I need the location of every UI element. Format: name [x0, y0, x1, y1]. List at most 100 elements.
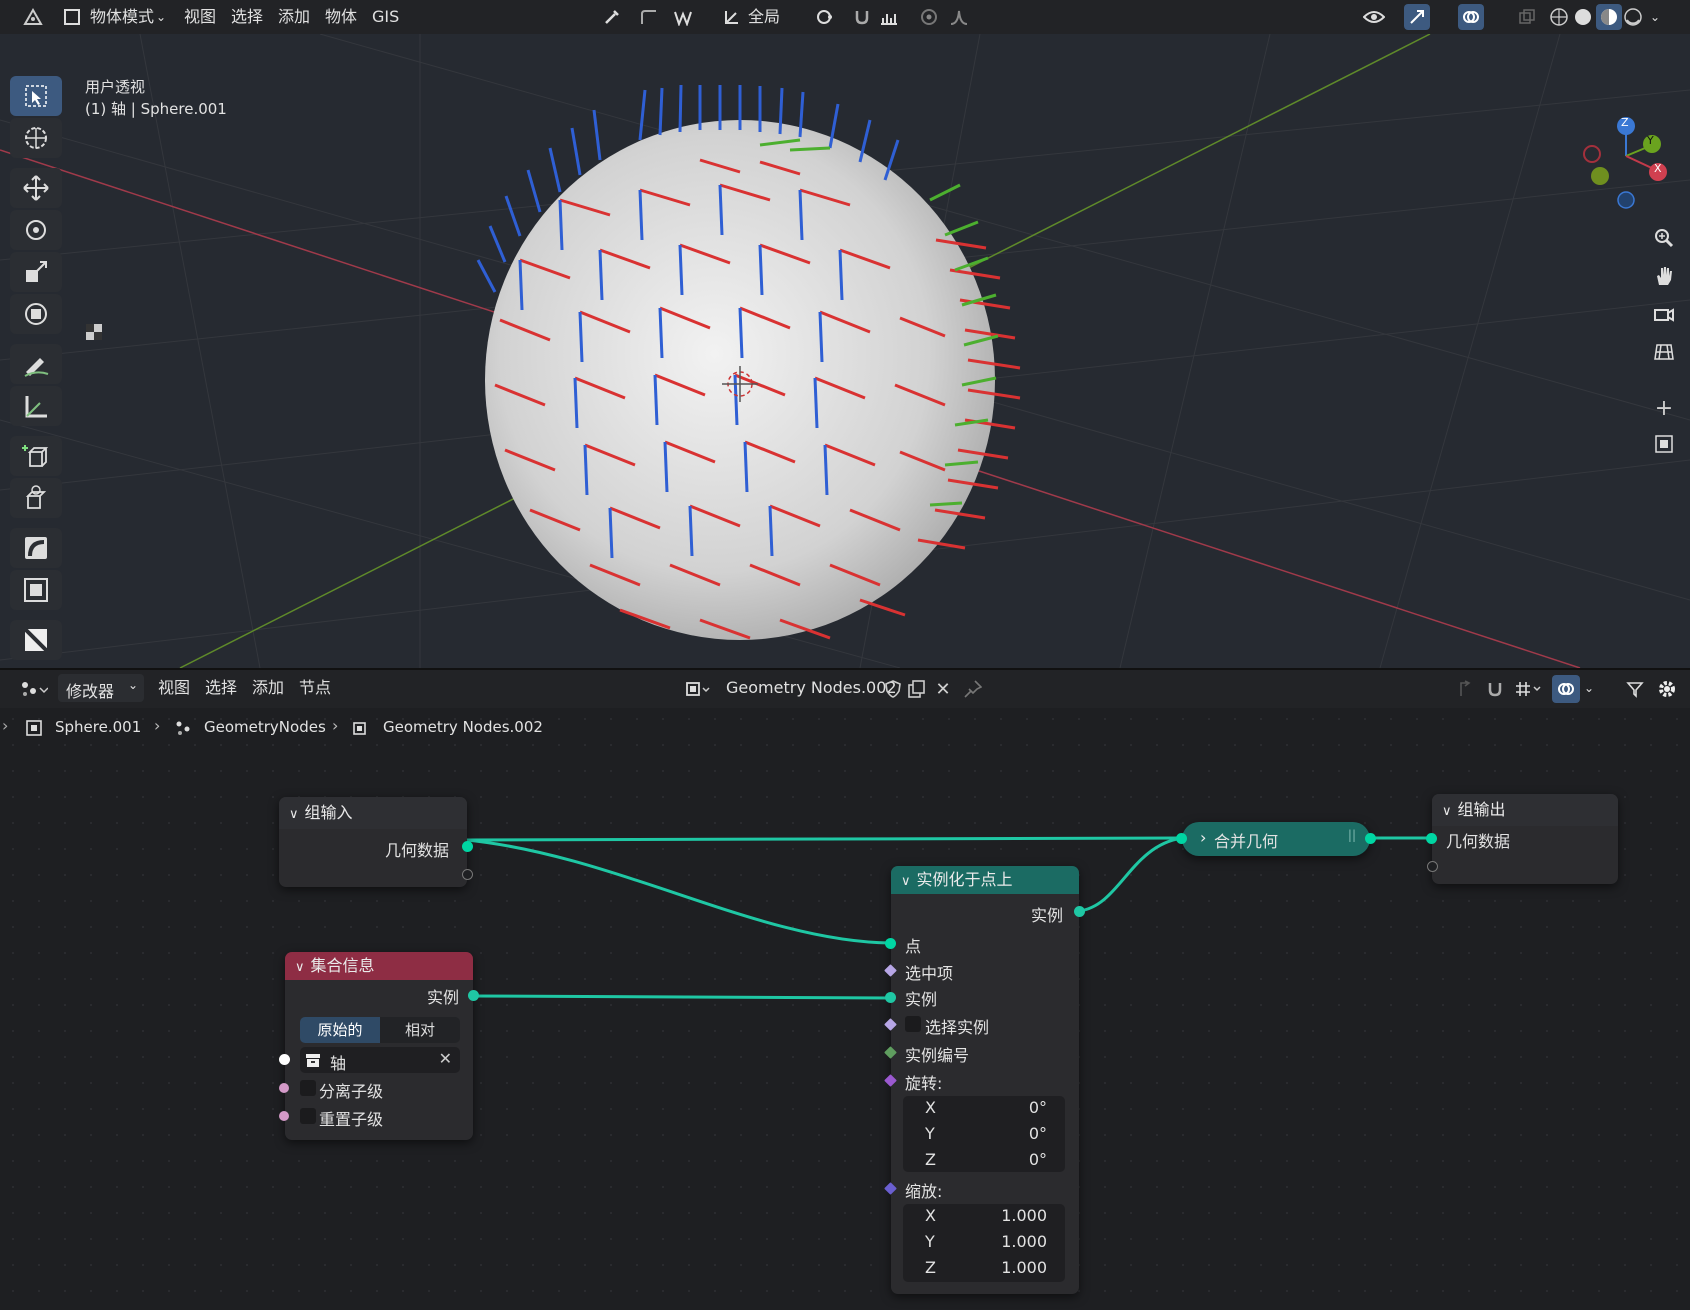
scale-vector-field[interactable]: X 1.000 Y 1.000 Z 1.000 [903, 1204, 1065, 1282]
menu-add[interactable]: 添加 [278, 0, 310, 34]
breadcrumb-object[interactable]: Sphere.001 [55, 718, 141, 736]
grid-ortho-icon[interactable] [1650, 338, 1678, 366]
visibility-icon[interactable] [1356, 6, 1392, 28]
node-tree-browse-icon[interactable] [682, 678, 716, 700]
editor-type-icon[interactable] [16, 4, 50, 30]
chevron-down-icon[interactable]: ∨ [901, 874, 911, 889]
scale-x-value[interactable]: 1.000 [1001, 1206, 1047, 1225]
rotate-tool-button[interactable] [10, 210, 62, 250]
unlink-close-icon[interactable]: ✕ [932, 678, 954, 700]
proportional-edit-icon[interactable] [918, 6, 940, 28]
snap-element-icon[interactable] [670, 6, 696, 28]
close-icon[interactable]: ✕ [439, 1049, 452, 1068]
snap-magnet-icon[interactable] [1484, 678, 1506, 700]
cursor-tool-button[interactable] [10, 118, 62, 158]
snap-magnet-icon[interactable] [850, 6, 874, 28]
instance-on-points-node[interactable]: ∨ 实例化于点上 实例 点 选中项 实例 选择实例 实例编号 旋转: X 0° Y… [884, 866, 1085, 1294]
add-cube-tool-button[interactable] [10, 436, 62, 476]
gear-icon[interactable] [1656, 678, 1678, 700]
proportional-falloff-icon[interactable] [944, 6, 974, 28]
instance-input-socket[interactable] [885, 992, 896, 1003]
measure-tool-button[interactable] [10, 386, 62, 426]
material-shading-icon[interactable] [1596, 4, 1622, 30]
join-geometry-input-socket[interactable] [1176, 833, 1187, 844]
rendered-shading-icon[interactable] [1622, 6, 1644, 28]
join-geometry-node[interactable]: › 合并几何 || [1176, 822, 1376, 856]
separate-children-socket[interactable] [279, 1083, 289, 1093]
menu-object[interactable]: 物体 [325, 0, 357, 34]
snap-grid-icon[interactable] [1510, 678, 1546, 700]
group-input-node[interactable]: ∨ 组输入 几何数据 [279, 797, 473, 887]
separate-children-checkbox[interactable] [300, 1080, 316, 1096]
node-menu-view[interactable]: 视图 [158, 670, 190, 706]
node-menu-select[interactable]: 选择 [205, 670, 237, 706]
transform-orientation-dropdown[interactable]: 全局 [748, 0, 780, 34]
eyedropper-icon[interactable] [600, 6, 624, 28]
node-editor-canvas[interactable]: ∨ 组输入 几何数据 ∨ 集合信息 实例 原始的 相对 轴 ✕ 分离子级 重置子级 [0, 706, 1690, 1310]
group-output-node[interactable]: ∨ 组输出 几何数据 [1426, 794, 1618, 884]
collection-field[interactable]: 轴 ✕ [300, 1047, 460, 1073]
rotation-vector-field[interactable]: X 0° Y 0° Z 0° [903, 1096, 1065, 1172]
select-tool-button[interactable] [10, 76, 62, 116]
chevron-right-icon[interactable]: › [2, 716, 8, 735]
pin-icon[interactable] [962, 678, 984, 700]
annotate-tool-button[interactable] [10, 344, 62, 384]
reset-children-checkbox[interactable] [300, 1108, 316, 1124]
menu-select[interactable]: 选择 [231, 0, 263, 34]
wireframe-shading-icon[interactable] [1548, 6, 1570, 28]
mode-dropdown[interactable]: 物体模式 [90, 0, 154, 34]
menu-gis[interactable]: GIS [372, 0, 399, 34]
xray-icon[interactable] [1516, 6, 1538, 28]
chevron-right-icon[interactable]: › [1200, 828, 1206, 847]
chevron-down-icon[interactable]: ∨ [1442, 804, 1452, 819]
collection-input-socket[interactable] [279, 1054, 290, 1065]
move-tool-button[interactable] [10, 168, 62, 208]
join-geometry-output-socket[interactable] [1365, 833, 1376, 844]
rotation-x-value[interactable]: 0° [1029, 1098, 1047, 1117]
scale-z-value[interactable]: 1.000 [1001, 1258, 1047, 1277]
group-output-geometry-socket[interactable] [1426, 833, 1437, 844]
gizmo-toggle-icon[interactable] [1404, 4, 1430, 30]
solid-shading-icon[interactable] [1572, 6, 1594, 28]
fake-user-shield-icon[interactable] [882, 678, 904, 700]
duplicate-icon[interactable] [906, 678, 928, 700]
group-input-geometry-socket[interactable] [462, 841, 473, 852]
pivot-point-icon[interactable] [806, 6, 846, 28]
transform-tool-button[interactable] [10, 294, 62, 334]
mode-original-button[interactable]: 原始的 [300, 1017, 380, 1043]
group-input-empty-socket[interactable] [462, 869, 473, 880]
snap-target-icon[interactable] [634, 6, 664, 28]
group-output-empty-socket[interactable] [1427, 861, 1438, 872]
knife-tool-button[interactable] [10, 620, 62, 660]
points-input-socket[interactable] [885, 938, 896, 949]
rotation-z-value[interactable]: 0° [1029, 1150, 1047, 1169]
scale-tool-button[interactable] [10, 252, 62, 292]
node-editor-type-icon[interactable] [16, 676, 52, 702]
sphere-object[interactable] [476, 84, 1021, 640]
shear-tool-button[interactable] [10, 528, 62, 568]
chevron-down-icon[interactable]: ∨ [289, 807, 299, 822]
rotation-y-value[interactable]: 0° [1029, 1124, 1047, 1143]
node-menu-node[interactable]: 节点 [299, 670, 331, 706]
filter-icon[interactable] [1624, 678, 1646, 700]
scale-y-value[interactable]: 1.000 [1001, 1232, 1047, 1251]
hand-pan-icon[interactable] [1650, 262, 1678, 290]
node-menu-add[interactable]: 添加 [252, 670, 284, 706]
inset-tool-button[interactable] [10, 570, 62, 610]
breadcrumb-node-tree[interactable]: Geometry Nodes.002 [383, 718, 543, 736]
collection-info-instance-socket[interactable] [468, 990, 479, 1001]
chevron-down-icon[interactable]: ∨ [295, 960, 305, 975]
pick-instance-checkbox[interactable] [905, 1016, 921, 1032]
extrude-tool-button[interactable] [10, 478, 62, 518]
navigation-gizmo[interactable]: Z Y X [1570, 76, 1680, 216]
editor-context-dropdown[interactable]: 修改器 ⌄ [58, 674, 144, 702]
shading-dropdown-icon[interactable]: ⌄ [1650, 0, 1660, 34]
snap-increment-icon[interactable] [874, 6, 904, 28]
parent-node-tree-icon[interactable] [1454, 678, 1476, 700]
overlay-dropdown-icon[interactable]: ⌄ [1584, 670, 1594, 706]
breadcrumb-modifier[interactable]: GeometryNodes [204, 718, 326, 736]
node-overlay-toggle-icon[interactable] [1552, 675, 1580, 703]
overlay-toggle-icon[interactable] [1458, 4, 1484, 30]
camera-view-icon[interactable] [1650, 300, 1678, 328]
3d-viewport[interactable]: 用户透视 (1) 轴 | Sphere.001 Z Y X + [0, 34, 1690, 668]
